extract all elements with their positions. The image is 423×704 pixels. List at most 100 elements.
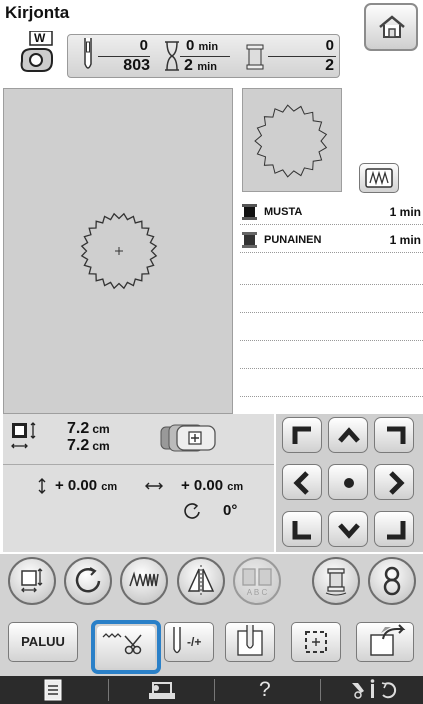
resize-button[interactable]: [8, 557, 56, 605]
position-y: + 0.00 cm: [55, 477, 118, 494]
resize-icon: [21, 568, 43, 593]
mirror-icon: [187, 565, 215, 595]
empty-row: [240, 312, 423, 341]
center-button[interactable]: [328, 464, 368, 500]
position-x: + 0.00 cm: [181, 477, 244, 494]
footer-bar: ?: [0, 676, 423, 704]
stitch-current: 0: [139, 37, 148, 54]
rotate-icon: [184, 503, 200, 519]
size-icon: [11, 422, 36, 449]
thread-spool-icon: [325, 568, 347, 596]
machine-info-button[interactable]: [109, 676, 213, 704]
color-time: 1 min: [389, 233, 421, 247]
back-button[interactable]: PALUU: [8, 622, 78, 662]
thread-spool-icon: [242, 232, 257, 248]
chevron-right-icon: [389, 471, 405, 495]
move-up-button[interactable]: [328, 417, 368, 453]
rotate-icon: [75, 567, 101, 593]
center-dot-icon: [344, 478, 354, 488]
time-total: 2 min: [184, 57, 217, 74]
size-position-panel: 7.2 cm 7.2 cm + 0.00 cm + 0.00 cm 0°: [3, 414, 274, 552]
figure-eight-icon: [383, 566, 401, 596]
color-total: 2: [325, 57, 334, 74]
pattern-circle: [80, 212, 158, 290]
corner-up-right-icon: [387, 426, 406, 444]
settings-button[interactable]: [321, 676, 423, 704]
chevron-down-icon: [338, 523, 360, 539]
frame-icon: [160, 424, 216, 452]
embroidery-preview[interactable]: [3, 88, 233, 414]
thread-spool-icon: [246, 44, 264, 70]
size-width: 7.2 cm: [67, 437, 110, 454]
thread-color-button[interactable]: [312, 557, 360, 605]
trial-button[interactable]: [291, 622, 341, 662]
position-nav-pad: [276, 414, 423, 552]
pattern-thumbnail: [242, 88, 342, 192]
page-title: Kirjonta: [5, 3, 70, 22]
mirror-button[interactable]: [177, 557, 225, 605]
pattern-info-button[interactable]: [0, 676, 107, 704]
move-up-left-button[interactable]: [282, 417, 322, 453]
edit-tool-row: A B C: [0, 554, 423, 614]
move-right-button[interactable]: [374, 464, 414, 500]
return-arrow-icon: [370, 624, 406, 656]
start-point-button[interactable]: [225, 622, 275, 662]
multi-color-button[interactable]: A B C: [233, 557, 281, 605]
chevron-left-icon: [293, 471, 309, 495]
help-icon: ?: [259, 678, 271, 701]
density-icon: [129, 571, 159, 587]
home-icon: [379, 15, 405, 38]
color-row[interactable]: MUSTA 1 min: [240, 200, 423, 225]
color-current: 0: [325, 37, 334, 54]
time-current: 0 min: [186, 37, 219, 54]
rotation-value: 0°: [223, 502, 238, 519]
stitch-view-button[interactable]: [359, 163, 399, 193]
machine-icon: [149, 682, 175, 699]
settings-icon: [352, 679, 397, 699]
move-down-button[interactable]: [328, 511, 368, 547]
corner-down-left-icon: [292, 521, 311, 540]
move-down-left-button[interactable]: [282, 511, 322, 547]
horizontal-arrow-icon: [145, 482, 163, 490]
rotate-button[interactable]: [64, 557, 112, 605]
move-up-right-button[interactable]: [374, 417, 414, 453]
status-panel: 0 803 0 min 2 min 0 2: [67, 34, 340, 78]
memory-button[interactable]: [356, 622, 414, 662]
repeat-button[interactable]: [368, 557, 416, 605]
scissors-icon: [102, 633, 142, 655]
frame-indicator[interactable]: [159, 424, 219, 452]
move-left-button[interactable]: [282, 464, 322, 500]
needle-adjust-button[interactable]: -/+: [164, 622, 214, 662]
svg-text:A B C: A B C: [247, 588, 268, 597]
thread-spool-icon: [242, 204, 257, 220]
color-name: MUSTA: [264, 206, 303, 218]
hourglass-icon: [165, 41, 179, 71]
multi-color-icon: A B C: [242, 568, 272, 597]
needle-icon: [84, 38, 92, 69]
density-button[interactable]: [120, 557, 168, 605]
needle-adjust-label: -/+: [187, 635, 202, 649]
color-time: 1 min: [389, 205, 421, 219]
color-row[interactable]: PUNAINEN 1 min: [240, 228, 423, 253]
empty-row: [240, 340, 423, 369]
help-button[interactable]: ?: [215, 676, 319, 704]
needle-start-icon: [237, 625, 263, 656]
needle-icon: [173, 627, 181, 654]
vertical-arrow-icon: [38, 478, 46, 494]
chevron-up-icon: [338, 427, 360, 443]
move-down-right-button[interactable]: [374, 511, 414, 547]
empty-row: [240, 284, 423, 313]
document-icon: [44, 679, 62, 701]
color-name: PUNAINEN: [264, 234, 322, 246]
thread-color-list[interactable]: MUSTA 1 min PUNAINEN 1 min: [240, 200, 423, 415]
thread-trim-button[interactable]: [91, 620, 161, 674]
corner-up-left-icon: [292, 426, 311, 444]
stitch-total: 803: [123, 57, 150, 74]
action-row: PALUU -/+: [0, 614, 423, 676]
size-height: 7.2 cm: [67, 420, 110, 437]
stitch-view-icon: [365, 168, 393, 188]
home-button[interactable]: [364, 3, 418, 51]
empty-row: [240, 256, 423, 285]
corner-down-right-icon: [387, 521, 406, 540]
empty-row: [240, 368, 423, 397]
